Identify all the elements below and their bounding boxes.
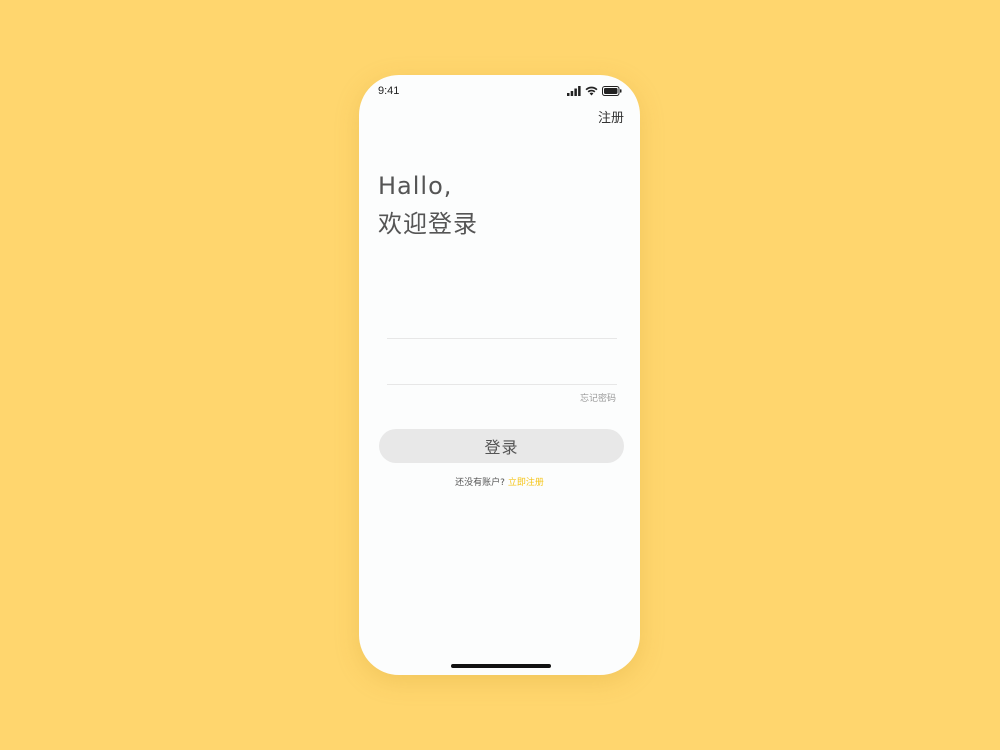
home-indicator[interactable] bbox=[451, 664, 551, 668]
status-bar: 9:41 bbox=[359, 75, 640, 107]
password-input[interactable] bbox=[387, 354, 617, 385]
signup-prompt: 还没有账户? 立即注册 bbox=[359, 475, 640, 488]
forgot-password-link[interactable]: 忘记密码 bbox=[580, 391, 616, 404]
signal-icon bbox=[567, 86, 581, 96]
wifi-icon bbox=[585, 86, 598, 96]
greeting-line2: 欢迎登录 bbox=[378, 210, 478, 238]
username-input[interactable] bbox=[387, 308, 617, 339]
signup-link[interactable]: 立即注册 bbox=[508, 478, 544, 488]
login-button[interactable]: 登录 bbox=[379, 429, 624, 463]
battery-icon bbox=[602, 86, 622, 96]
register-button[interactable]: 注册 bbox=[598, 107, 624, 126]
status-icons bbox=[567, 85, 622, 97]
phone-frame: 9:41 注册 Hallo, 欢迎登录 忘记密码 登录 还没有账户? 立即注册 bbox=[359, 75, 640, 675]
greeting-line1: Hallo, bbox=[378, 172, 453, 200]
greeting-title: Hallo, 欢迎登录 bbox=[378, 167, 478, 243]
no-account-text: 还没有账户? bbox=[455, 478, 505, 488]
status-time: 9:41 bbox=[378, 85, 400, 97]
